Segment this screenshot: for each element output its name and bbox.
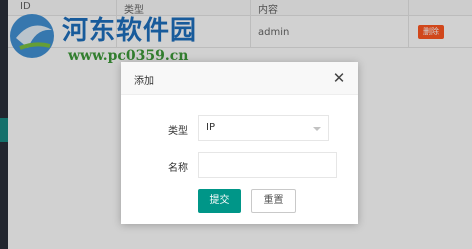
name-input[interactable] (198, 152, 337, 178)
dialog-header: 添加 ✕ (121, 62, 358, 95)
reset-button[interactable]: 重置 (251, 189, 296, 213)
add-dialog: 添加 ✕ 类型 IP 名称 提交 重置 (121, 62, 358, 224)
name-label: 名称 (168, 163, 188, 174)
dialog-title: 添加 (134, 76, 154, 87)
type-label: 类型 (168, 126, 188, 137)
chevron-down-icon (313, 127, 321, 131)
type-select[interactable]: IP (198, 115, 329, 141)
submit-button[interactable]: 提交 (198, 189, 241, 213)
type-select-value: IP (206, 122, 215, 133)
close-icon[interactable]: ✕ (331, 69, 347, 87)
